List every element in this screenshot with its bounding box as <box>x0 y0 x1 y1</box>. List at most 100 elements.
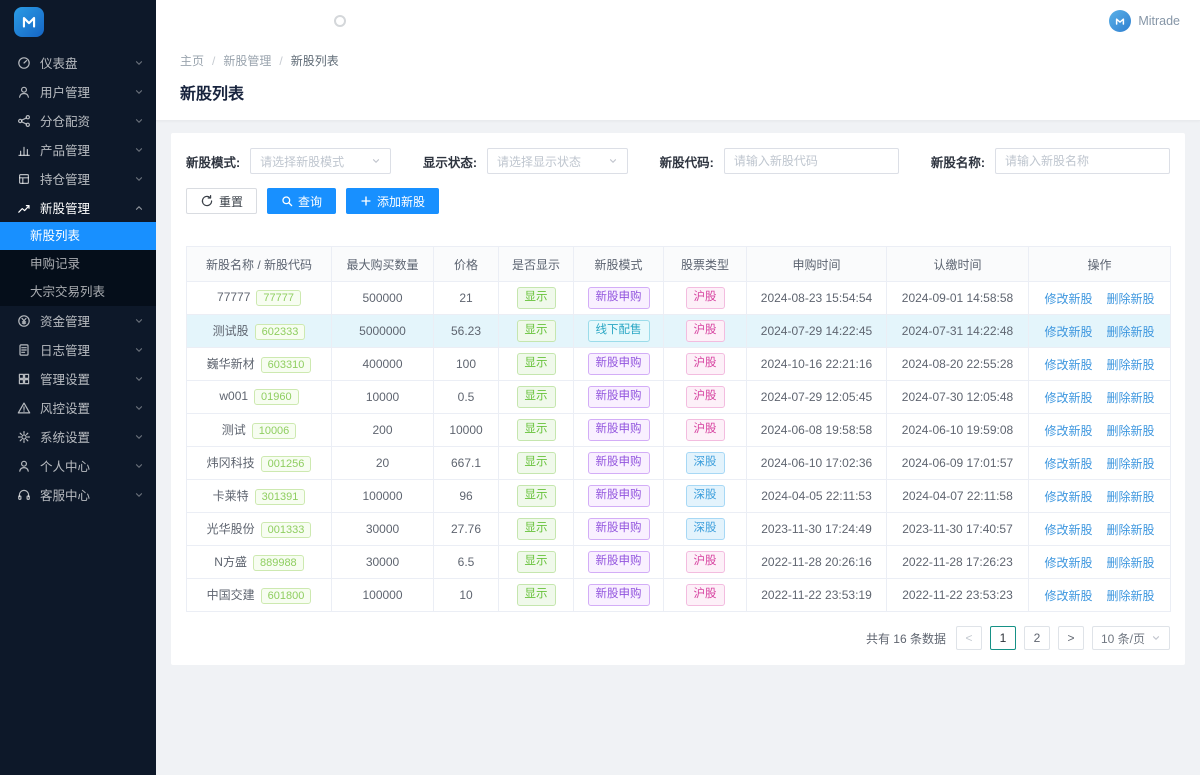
sidebar-item-label: 用户管理 <box>40 86 91 100</box>
table-cell: 2024-07-30 12:05:48 <box>886 380 1029 414</box>
sidebar-item-warning[interactable]: 风控设置 <box>0 393 156 422</box>
price: 667.1 <box>450 456 482 470</box>
delete-stock-link[interactable]: 删除新股 <box>1107 292 1155 306</box>
sidebar-item-label: 仪表盘 <box>40 57 78 71</box>
page-size-select[interactable]: 10 条/页 <box>1092 626 1170 650</box>
add-stock-button[interactable]: 添加新股 <box>346 188 440 214</box>
chevron-down-icon <box>134 87 144 97</box>
market-tag: 深股 <box>685 485 725 507</box>
table-cell: N方盛 889988 <box>186 545 332 579</box>
stock-table: 新股名称 / 新股代码 最大购买数量 价格 是否显示 新股模式 股票类型 申购时间 认缴时间操… <box>186 246 1171 612</box>
next-page-button[interactable]: > <box>1058 626 1084 650</box>
table-cell: 显示 <box>498 314 574 348</box>
display-status-select[interactable]: 请选择显示状态 <box>487 148 628 174</box>
max-buy-qty: 30000 <box>365 522 400 536</box>
filter-label: 新股名称: <box>930 155 985 170</box>
user-menu[interactable]: Mitrade <box>1109 10 1180 32</box>
market-tag: 沪股 <box>685 419 725 441</box>
headset-icon <box>17 488 31 502</box>
column-header: 操作 <box>1028 246 1171 282</box>
sidebar-item-user[interactable]: 个人中心 <box>0 451 156 480</box>
main-area: Mitrade 主页 / 新股管理 / 新股列表 新股列表 新股模式: 请选择新股模式 <box>156 0 1200 775</box>
sidebar-submenu: 新股列表 申购记录 大宗交易列表 <box>0 222 156 306</box>
table-cell: 巍华新材 603310 <box>186 347 332 381</box>
table-cell: 新股申购 <box>573 512 664 546</box>
page-button-2[interactable]: 2 <box>1024 626 1050 650</box>
max-buy-qty: 200 <box>372 423 393 437</box>
breadcrumb-item[interactable]: 新股管理 <box>223 52 271 69</box>
reset-button[interactable]: 重置 <box>186 188 258 214</box>
users-icon <box>17 85 31 99</box>
delete-stock-link[interactable]: 删除新股 <box>1107 457 1155 471</box>
confirm-time: 2023-11-30 17:40:57 <box>902 522 1013 536</box>
table-row: N方盛 889988 30000 6.5 显示 新股申购 沪股 2022-11-28 20:2… <box>186 545 1171 579</box>
sidebar-item-label: 新股管理 <box>40 202 91 216</box>
sidebar-item-log[interactable]: 日志管理 <box>0 335 156 364</box>
edit-stock-link[interactable]: 修改新股 <box>1044 391 1092 405</box>
stock-code-input[interactable] <box>723 148 899 174</box>
delete-stock-link[interactable]: 删除新股 <box>1107 490 1155 504</box>
delete-stock-link[interactable]: 删除新股 <box>1107 391 1155 405</box>
table-cell: 新股申购 <box>573 545 664 579</box>
sidebar-item-grid[interactable]: 管理设置 <box>0 364 156 393</box>
delete-stock-link[interactable]: 删除新股 <box>1107 424 1155 438</box>
page-button-1[interactable]: 1 <box>990 626 1016 650</box>
table-cell: 2022-11-28 17:26:23 <box>886 545 1029 579</box>
delete-stock-link[interactable]: 删除新股 <box>1107 523 1155 537</box>
table-cell: 2024-08-23 15:54:54 <box>746 281 887 315</box>
sidebar-subitem[interactable]: 大宗交易列表 <box>0 278 156 306</box>
table-cell: 2022-11-22 23:53:23 <box>886 578 1029 612</box>
table-cell: 2024-07-31 14:22:48 <box>886 314 1029 348</box>
sidebar-item-dashboard[interactable]: 仪表盘 <box>0 48 156 77</box>
table-cell: 测试 10006 <box>186 413 332 447</box>
table-cell: 500000 <box>331 281 434 315</box>
loading-ring-icon <box>334 15 346 27</box>
search-button[interactable]: 查询 <box>267 188 337 214</box>
sidebar-item-headset[interactable]: 客服中心 <box>0 480 156 509</box>
table-cell: 6.5 <box>433 545 499 579</box>
sidebar-item-trend[interactable]: 新股管理 <box>0 193 156 222</box>
edit-stock-link[interactable]: 修改新股 <box>1044 490 1092 504</box>
edit-stock-link[interactable]: 修改新股 <box>1044 292 1092 306</box>
delete-stock-link[interactable]: 删除新股 <box>1107 589 1155 603</box>
edit-stock-link[interactable]: 修改新股 <box>1044 589 1092 603</box>
sidebar-subitem[interactable]: 申购记录 <box>0 250 156 278</box>
edit-stock-link[interactable]: 修改新股 <box>1044 358 1092 372</box>
delete-stock-link[interactable]: 删除新股 <box>1107 358 1155 372</box>
table-cell: 显示 <box>498 413 574 447</box>
delete-stock-link[interactable]: 删除新股 <box>1107 325 1155 339</box>
warning-icon <box>17 401 31 415</box>
delete-stock-link[interactable]: 删除新股 <box>1107 556 1155 570</box>
sidebar-item-users[interactable]: 用户管理 <box>0 77 156 106</box>
sidebar-item-chart[interactable]: 产品管理 <box>0 135 156 164</box>
table-cell: 新股申购 <box>573 479 664 513</box>
max-buy-qty: 5000000 <box>359 324 406 338</box>
edit-stock-link[interactable]: 修改新股 <box>1044 523 1092 537</box>
sidebar-item-share[interactable]: 分仓配资 <box>0 106 156 135</box>
edit-stock-link[interactable]: 修改新股 <box>1044 424 1092 438</box>
visible-tag: 显示 <box>516 320 556 342</box>
breadcrumb-item[interactable]: 主页 <box>180 52 204 69</box>
sidebar-subitem[interactable]: 新股列表 <box>0 222 156 250</box>
prev-page-button[interactable]: < <box>956 626 982 650</box>
table-cell: 667.1 <box>433 446 499 480</box>
stock-name-input[interactable] <box>995 148 1170 174</box>
confirm-time: 2024-06-10 19:59:08 <box>901 423 1014 437</box>
new-stock-mode-select[interactable]: 请选择新股模式 <box>250 148 391 174</box>
edit-stock-link[interactable]: 修改新股 <box>1044 556 1092 570</box>
sidebar-item-layers[interactable]: 持仓管理 <box>0 164 156 193</box>
table-cell: 深股 <box>663 512 747 546</box>
stock-name: 中国交建 <box>206 588 255 602</box>
top-bar: Mitrade <box>156 0 1200 42</box>
price: 0.5 <box>457 390 475 404</box>
price: 56.23 <box>450 324 482 338</box>
page-buttons: 12 <box>990 626 1050 650</box>
sidebar-item-gear[interactable]: 系统设置 <box>0 422 156 451</box>
edit-stock-link[interactable]: 修改新股 <box>1044 325 1092 339</box>
stock-code-badge: 77777 <box>256 290 301 306</box>
sidebar-item-label: 客服中心 <box>40 489 91 503</box>
search-button-label: 查询 <box>298 194 323 209</box>
sidebar-item-money[interactable]: 资金管理 <box>0 306 156 335</box>
apply-time: 2022-11-22 23:53:19 <box>761 588 872 602</box>
edit-stock-link[interactable]: 修改新股 <box>1044 457 1092 471</box>
